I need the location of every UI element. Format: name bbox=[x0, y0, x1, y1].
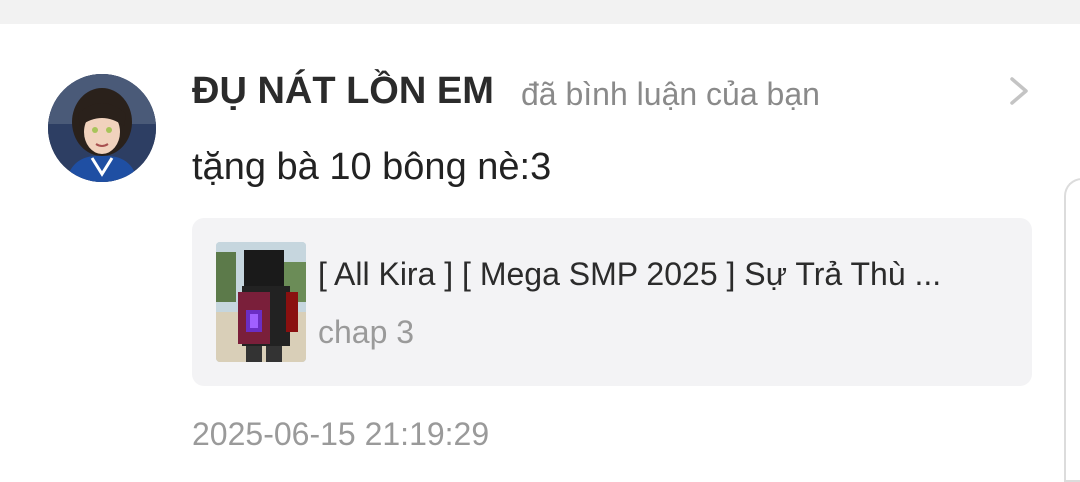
comment-text: tặng bà 10 bông nè:3 bbox=[192, 146, 552, 188]
commenter-name[interactable]: ĐỤ NÁT LỒN EM bbox=[192, 70, 494, 113]
story-title: [ All Kira ] [ Mega SMP 2025 ] Sự Trả Th… bbox=[318, 256, 942, 292]
top-divider bbox=[0, 0, 1080, 24]
story-chapter: chap 3 bbox=[318, 314, 415, 350]
story-preview-card[interactable]: [ All Kira ] [ Mega SMP 2025 ] Sự Trả Th… bbox=[192, 218, 1032, 386]
chevron-right-icon[interactable] bbox=[1006, 76, 1032, 106]
adjacent-panel-edge bbox=[1064, 178, 1080, 482]
comment-timestamp: 2025-06-15 21:19:29 bbox=[192, 416, 490, 452]
user-avatar[interactable] bbox=[48, 74, 156, 182]
notification-action: đã bình luận của bạn bbox=[521, 76, 820, 112]
story-cover-thumbnail bbox=[216, 242, 306, 362]
